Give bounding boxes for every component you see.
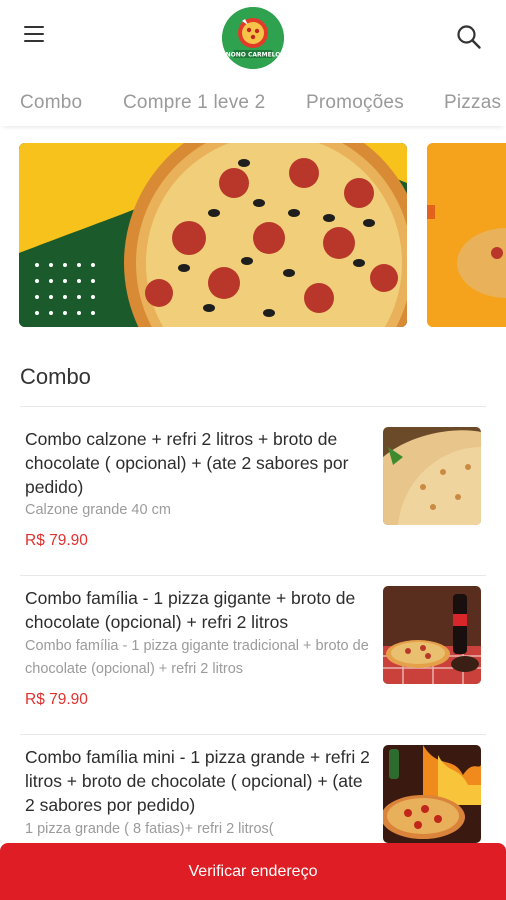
item-price: R$ 79.90 (25, 532, 88, 549)
item-name: Combo família mini - 1 pizza grande + re… (25, 747, 370, 815)
verify-address-button[interactable]: Verificar endereço (0, 843, 506, 900)
item-image-calzone (383, 427, 481, 525)
tab-pizzas[interactable]: Pizzas (444, 92, 501, 114)
item-price: R$ 79.90 (25, 691, 88, 708)
item-description: Calzone grande 40 cm (25, 502, 171, 518)
tab-combo[interactable]: Combo (20, 92, 82, 114)
item-divider (20, 734, 486, 735)
item-image-family-mini-combo (383, 745, 481, 843)
menu-item[interactable]: Combo família - 1 pizza gigante + broto … (20, 586, 486, 716)
tab-promocoes[interactable]: Promoções (306, 92, 404, 114)
category-tabs: Combo Compre 1 leve 2 Promoções Pizzas (0, 80, 506, 126)
item-divider (20, 575, 486, 576)
tab-compre-1-leve-2[interactable]: Compre 1 leve 2 (123, 92, 265, 114)
promo-banner-next[interactable] (427, 143, 506, 327)
item-name: Combo calzone + refri 2 litros + broto d… (25, 429, 349, 497)
section-divider (20, 406, 486, 407)
item-image-family-combo (383, 586, 481, 684)
item-description: 1 pizza grande ( 8 fatias)+ refri 2 litr… (25, 821, 274, 837)
promo-banner[interactable] (19, 143, 407, 327)
search-icon[interactable] (456, 24, 482, 50)
hamburger-menu-icon[interactable] (22, 26, 48, 46)
top-bar: NONO CARMELO (0, 0, 506, 72)
section-title: Combo (20, 364, 91, 389)
item-description: Combo família - 1 pizza gigante tradicio… (25, 638, 369, 677)
restaurant-logo[interactable]: NONO CARMELO (222, 7, 284, 69)
menu-item[interactable]: Combo calzone + refri 2 litros + broto d… (20, 427, 486, 557)
item-name: Combo família - 1 pizza gigante + broto … (25, 588, 356, 632)
svg-text:NONO CARMELO: NONO CARMELO (226, 52, 281, 59)
menu-item[interactable]: Combo família mini - 1 pizza grande + re… (20, 745, 486, 845)
